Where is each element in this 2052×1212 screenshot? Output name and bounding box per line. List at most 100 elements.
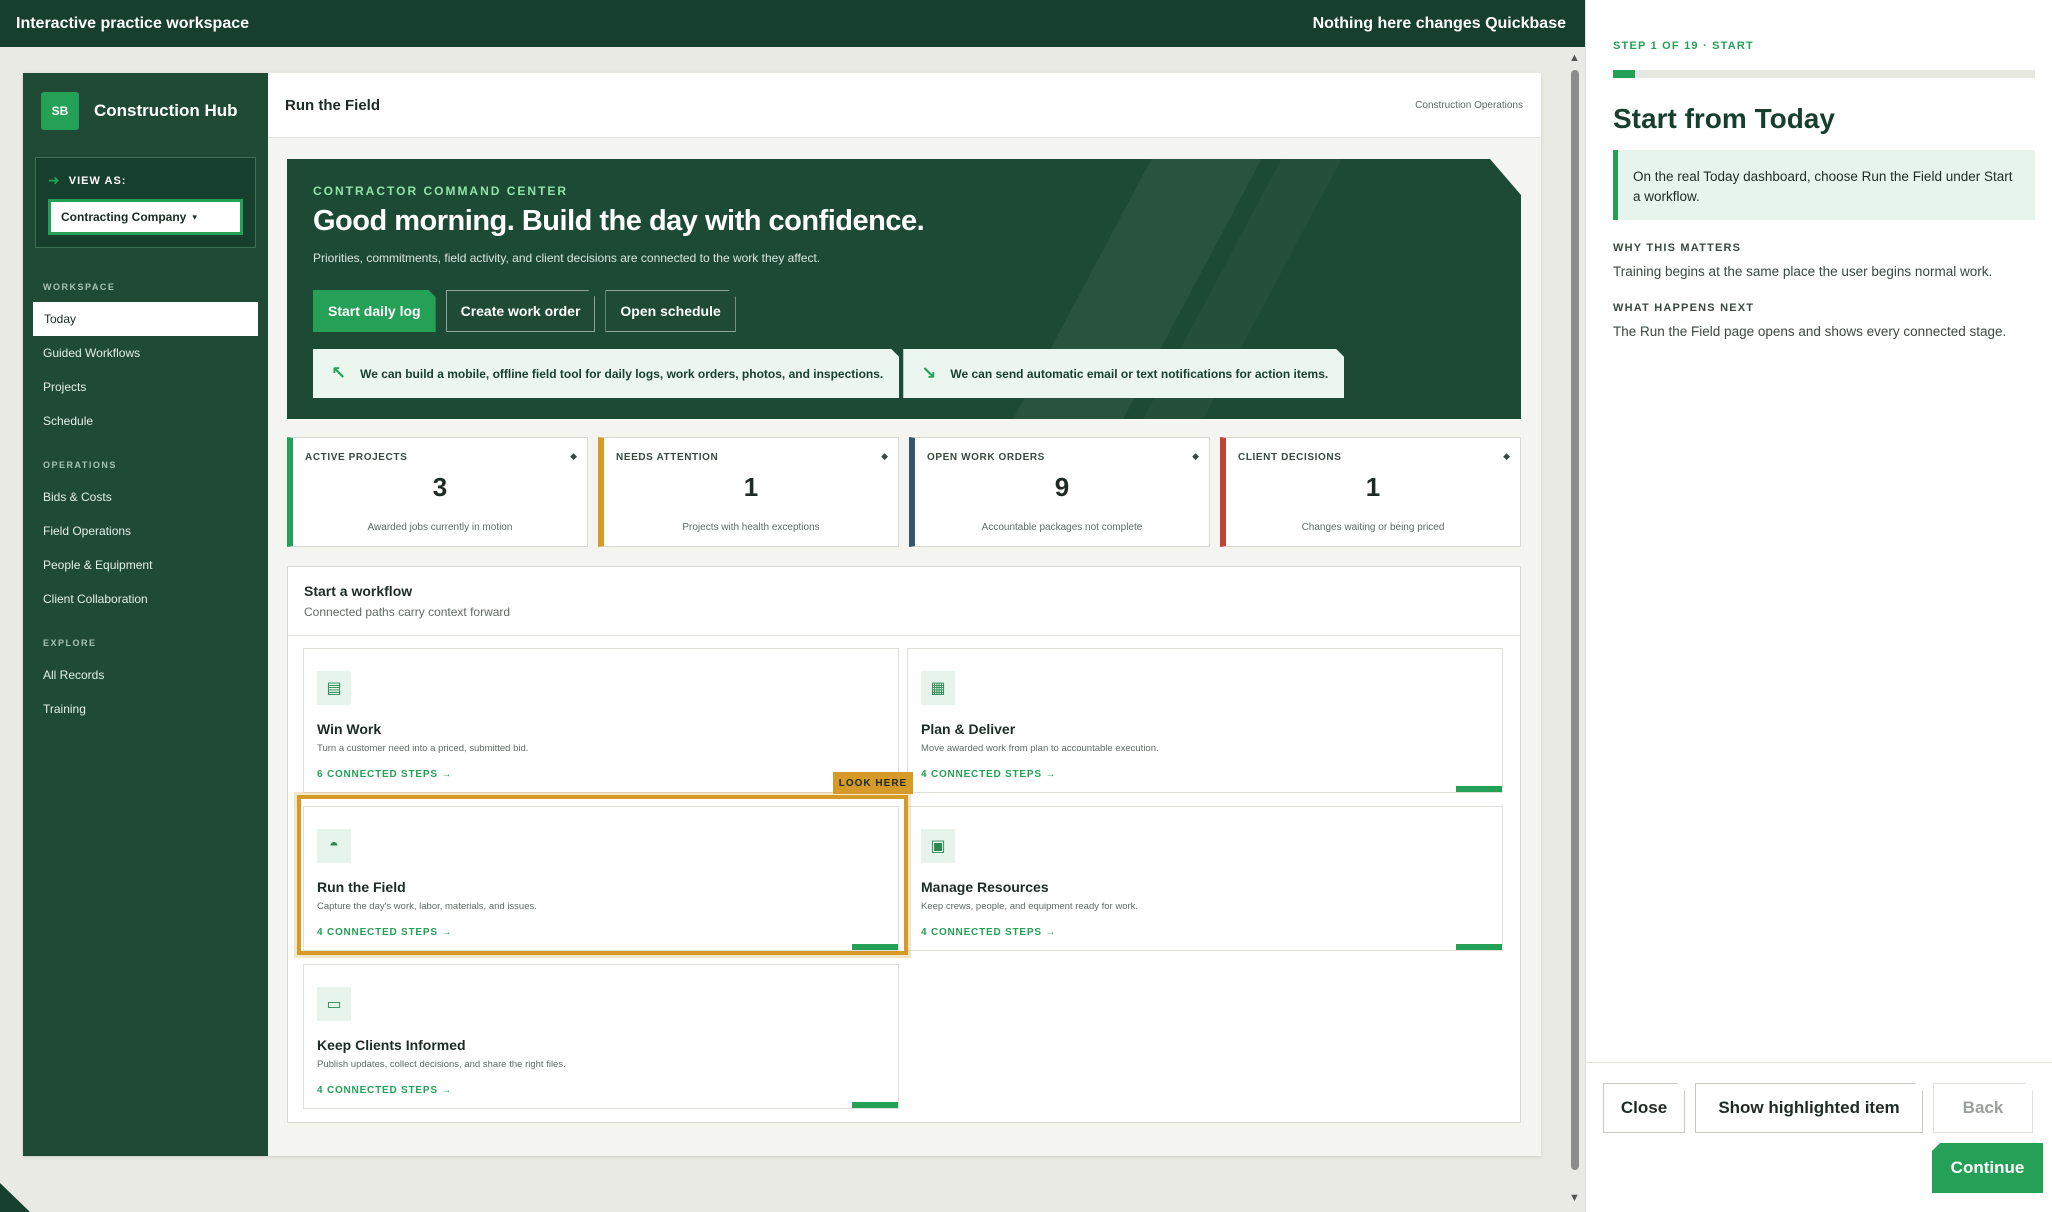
workflow-title: Start a workflow [304,583,413,599]
app-window: SB Construction Hub ➜ VIEW AS: Contracti… [23,73,1541,1156]
close-button[interactable]: Close [1603,1083,1685,1133]
card-description: Capture the day's work, labor, materials… [317,901,537,912]
banner-left-text: Interactive practice workspace [16,14,250,32]
card-title: Win Work [317,721,382,737]
workflow-card-manage-resources[interactable]: ▣ Manage Resources Keep crews, people, a… [907,806,1503,951]
hero-actions: Start daily log Create work order Open s… [313,290,736,332]
sidebar-item-today[interactable]: Today [33,302,258,336]
hero-kicker: CONTRACTOR COMMAND CENTER [313,184,569,198]
stat-subtext: Accountable packages not complete [981,522,1143,533]
card-description: Publish updates, collect decisions, and … [317,1059,566,1070]
panel-title: Start from Today [1613,103,1835,134]
pin-icon[interactable]: ◆ [881,451,888,462]
card-steps-link[interactable]: 4 CONNECTED STEPS → [921,927,1056,938]
scrollbar[interactable]: ▲ ▼ [1566,50,1584,1212]
card-steps-link[interactable]: 6 CONNECTED STEPS → [317,769,452,780]
stat-card-open-work-orders[interactable]: OPEN WORK ORDERS ◆ 9 Accountable package… [909,437,1210,547]
sidebar-item-schedule[interactable]: Schedule [23,404,268,438]
sidebar-item-guided-workflows[interactable]: Guided Workflows [23,336,268,370]
card-title: Run the Field [317,879,406,895]
card-steps-link[interactable]: 4 CONNECTED STEPS → [317,927,452,938]
brand-badge: SB [41,92,79,130]
step-label: STEP 1 OF 19 · START [1613,40,1754,52]
start-daily-log-button[interactable]: Start daily log [313,290,436,332]
workflow-card-win-work[interactable]: ▤ Win Work Turn a customer need into a p… [303,648,899,793]
view-as-text: VIEW AS: [68,174,127,187]
view-as-label: ➜ VIEW AS: [48,172,243,189]
sidebar-item-all-records[interactable]: All Records [23,658,268,692]
create-work-order-button[interactable]: Create work order [446,290,596,332]
stat-card-active-projects[interactable]: ACTIVE PROJECTS ◆ 3 Awarded jobs current… [287,437,588,547]
workflow-card-plan-deliver[interactable]: ▦ Plan & Deliver Move awarded work from … [907,648,1503,793]
pin-icon[interactable]: ◆ [1503,451,1510,462]
practice-banner: Interactive practice workspace Nothing h… [0,0,1585,47]
progress-bar [1613,70,2035,78]
nav-section-explore: EXPLORE [43,638,97,648]
card-description: Keep crews, people, and equipment ready … [921,901,1139,912]
card-title: Plan & Deliver [921,721,1016,737]
workflow-card-keep-clients-informed[interactable]: ▭ Keep Clients Informed Publish updates,… [303,964,899,1109]
card-steps-link[interactable]: 4 CONNECTED STEPS → [317,1085,452,1096]
pin-icon[interactable]: ◆ [1192,451,1199,462]
brand-name: Construction Hub [94,101,238,120]
open-schedule-button[interactable]: Open schedule [605,290,735,332]
sidebar-item-bids-costs[interactable]: Bids & Costs [23,480,268,514]
view-as-select[interactable]: Contracting Company ▾ [48,199,243,235]
next-heading: WHAT HAPPENS NEXT [1613,302,1755,314]
stat-value: 1 [743,472,759,502]
guide-panel: STEP 1 OF 19 · START Start from Today On… [1585,0,2052,1212]
note-notifications: ↘ We can send automatic email or text no… [903,349,1344,398]
document-icon: ▤ [317,671,351,705]
progress-fill [1613,70,1636,78]
arrow-right-icon: ➜ [48,172,61,188]
sidebar-item-training[interactable]: Training [23,692,268,726]
scroll-thumb[interactable] [1571,70,1579,1170]
stats-row: ACTIVE PROJECTS ◆ 3 Awarded jobs current… [287,437,1521,547]
stat-label: CLIENT DECISIONS [1238,452,1342,463]
pin-icon[interactable]: ◆ [570,451,577,462]
card-accent [852,944,898,950]
arrow-down-right-icon: ↘ [921,363,937,383]
look-here-badge: LOOK HERE [833,772,913,794]
page-title: Run the Field [285,96,380,114]
content: Run the Field Construction Operations CO… [268,73,1541,1156]
scroll-up-icon[interactable]: ▲ [1569,52,1580,64]
note-text: We can send automatic email or text noti… [950,366,1329,381]
why-text: Training begins at the same place the us… [1613,264,1993,279]
hero-subtitle: Priorities, commitments, field activity,… [313,251,821,265]
scroll-down-icon[interactable]: ▼ [1569,1192,1580,1204]
corner-decoration [0,1183,30,1212]
stat-label: ACTIVE PROJECTS [305,452,408,463]
sidebar-item-field-operations[interactable]: Field Operations [23,514,268,548]
card-accent [1456,786,1502,792]
hero-notes: ↖ We can build a mobile, offline field t… [313,349,1344,398]
hero-banner: CONTRACTOR COMMAND CENTER Good morning. … [287,159,1521,419]
card-accent [1456,944,1502,950]
note-text: We can build a mobile, offline field too… [360,366,884,381]
stat-card-needs-attention[interactable]: NEEDS ATTENTION ◆ 1 Projects with health… [598,437,899,547]
divider [288,635,1520,636]
back-button[interactable]: Back [1933,1083,2033,1133]
sidebar-item-projects[interactable]: Projects [23,370,268,404]
show-highlighted-item-button[interactable]: Show highlighted item [1695,1083,1923,1133]
stat-card-client-decisions[interactable]: CLIENT DECISIONS ◆ 1 Changes waiting or … [1220,437,1521,547]
workflow-card-run-the-field[interactable]: ◓ Run the Field Capture the day's work, … [303,806,899,951]
continue-button[interactable]: Continue [1932,1143,2043,1193]
card-steps-link[interactable]: 4 CONNECTED STEPS → [921,769,1056,780]
stat-label: OPEN WORK ORDERS [927,452,1045,463]
why-heading: WHY THIS MATTERS [1613,242,1742,254]
workflow-subtitle: Connected paths carry context forward [304,605,511,619]
chevron-down-icon: ▾ [192,211,197,222]
view-as-value: Contracting Company [61,210,187,224]
stat-subtext: Changes waiting or being priced [1301,522,1445,533]
truck-icon: ▣ [921,829,955,863]
hero-title: Good morning. Build the day with confide… [313,205,925,237]
card-accent [852,1102,898,1108]
stat-value: 3 [432,472,448,502]
message-icon: ▭ [317,987,351,1021]
sidebar-item-people-equipment[interactable]: People & Equipment [23,548,268,582]
view-as-box: ➜ VIEW AS: Contracting Company ▾ [35,157,256,248]
sidebar-item-client-collaboration[interactable]: Client Collaboration [23,582,268,616]
arrow-up-left-icon: ↖ [331,363,347,383]
nav-section-operations: OPERATIONS [43,460,117,470]
